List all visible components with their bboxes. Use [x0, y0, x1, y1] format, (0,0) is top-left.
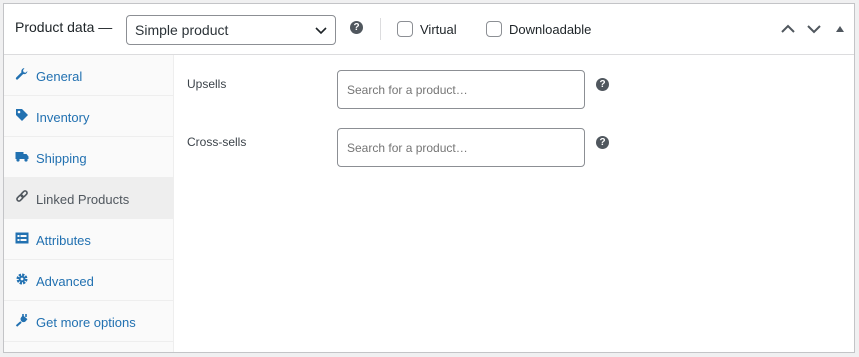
chevron-down-icon [315, 27, 327, 35]
product-type-select[interactable]: Simple product [126, 15, 336, 45]
tab-advanced[interactable]: Advanced [4, 260, 173, 301]
tab-label: General [36, 69, 83, 84]
tab-linked-products[interactable]: Linked Products [4, 178, 173, 219]
tab-shipping[interactable]: Shipping [4, 137, 173, 178]
tab-label: Advanced [36, 274, 94, 289]
panel-header: Product data — Simple product ? Virtual … [4, 4, 854, 55]
tab-attributes[interactable]: Attributes [4, 219, 173, 260]
move-up-icon[interactable] [780, 21, 796, 37]
cross-sells-search-input[interactable] [337, 128, 585, 167]
tab-label: Get more options [36, 315, 136, 330]
truck-icon [15, 152, 29, 162]
tag-icon [16, 109, 28, 121]
tab-inventory[interactable]: Inventory [4, 96, 173, 137]
list-icon [15, 232, 29, 244]
product-type-value: Simple product [135, 22, 229, 38]
tab-label: Attributes [36, 233, 91, 248]
tab-general[interactable]: General [4, 55, 173, 96]
gear-icon [16, 273, 28, 285]
link-icon [16, 190, 28, 202]
help-icon[interactable]: ? [350, 21, 363, 34]
upsells-label: Upsells [187, 77, 227, 91]
downloadable-checkbox[interactable] [486, 21, 502, 37]
virtual-checkbox[interactable] [397, 21, 413, 37]
panel-title: Product data — [15, 19, 113, 35]
wrench-icon [15, 68, 28, 80]
tab-label: Inventory [36, 110, 90, 125]
tab-label: Shipping [36, 151, 87, 166]
product-data-tabs: General Inventory Shipping Linked Produc… [4, 55, 174, 352]
help-icon[interactable]: ? [596, 136, 609, 149]
move-down-icon[interactable] [806, 21, 822, 37]
header-divider [380, 18, 381, 40]
product-data-panel: Product data — Simple product ? Virtual … [3, 3, 855, 353]
virtual-label[interactable]: Virtual [420, 22, 457, 37]
downloadable-label[interactable]: Downloadable [509, 22, 591, 37]
cross-sells-label: Cross-sells [187, 135, 247, 149]
plug-icon [15, 314, 28, 327]
upsells-search-input[interactable] [337, 70, 585, 109]
tab-label: Linked Products [36, 192, 130, 207]
tab-get-more-options[interactable]: Get more options [4, 301, 173, 342]
help-icon[interactable]: ? [596, 78, 609, 91]
collapse-toggle-icon[interactable] [832, 21, 848, 37]
